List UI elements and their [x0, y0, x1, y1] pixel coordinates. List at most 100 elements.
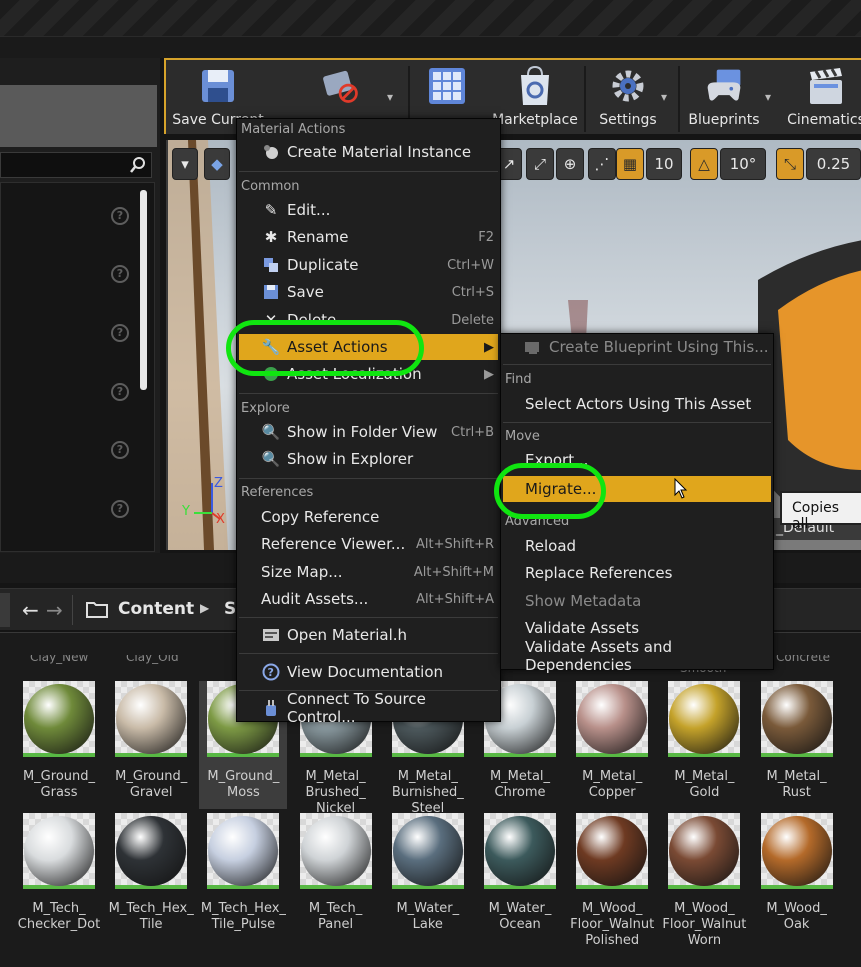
- submenu-item-replace-references[interactable]: Replace References: [503, 560, 771, 586]
- asset-tile[interactable]: M_Ground_ Grass: [15, 681, 103, 801]
- asset-tile[interactable]: M_Tech_Hex_ Tile_Pulse: [199, 813, 287, 933]
- menu-item-reference-viewer[interactable]: Reference Viewer... Alt+Shift+R: [239, 531, 498, 557]
- tab-strip: [0, 36, 861, 58]
- menu-item-duplicate[interactable]: Duplicate Ctrl+W: [239, 252, 498, 278]
- help-icon[interactable]: ?: [111, 265, 129, 283]
- menu-label: Rename: [287, 228, 349, 246]
- edit-icon: ✎: [264, 201, 278, 219]
- asset-tile[interactable]: M_Water_ Ocean: [476, 813, 564, 933]
- material-sphere-icon: [24, 684, 94, 754]
- asset-thumbnail: [576, 681, 649, 757]
- left-panel-scrollbar[interactable]: [140, 190, 147, 390]
- asset-thumbnail: [115, 813, 188, 889]
- left-panel-header: [0, 85, 157, 147]
- blueprints-button[interactable]: Blueprints: [682, 64, 766, 134]
- menu-label: Copy Reference: [261, 508, 380, 526]
- menu-item-connect-source-control[interactable]: Connect To Source Control...: [239, 690, 498, 726]
- asset-label: M_Metal_ Brushed_ Nickel: [305, 769, 366, 816]
- grid-snap-value[interactable]: 10: [646, 148, 682, 180]
- left-panel-search-input[interactable]: [0, 152, 152, 178]
- marketplace-button[interactable]: Marketplace: [490, 64, 580, 134]
- path-chevron-icon[interactable]: ▶: [200, 601, 209, 615]
- content-grid-icon: [427, 66, 467, 106]
- world-icon[interactable]: ⊕: [556, 148, 584, 180]
- axis-gizmo: Z X Y: [176, 475, 236, 535]
- asset-tile[interactable]: M_Metal_ Gold: [660, 681, 748, 801]
- folder-icon: [86, 600, 108, 622]
- forward-arrow-icon[interactable]: →: [46, 598, 63, 622]
- asset-tile[interactable]: M_Metal_ Rust: [753, 681, 841, 801]
- submenu-item-show-metadata[interactable]: Show Metadata: [503, 588, 771, 614]
- menu-item-edit[interactable]: ✎ Edit...: [239, 197, 498, 223]
- menu-item-show-in-explorer[interactable]: 🔍 Show in Explorer: [239, 446, 498, 472]
- asset-tile[interactable]: M_Wood_ Oak: [753, 813, 841, 933]
- menu-separator: [239, 478, 498, 479]
- rotation-snap-toggle[interactable]: △: [690, 148, 718, 180]
- asset-label: M_Water_ Lake: [396, 901, 460, 932]
- asset-label: M_Metal_ Rust: [766, 769, 827, 800]
- menu-item-create-material-instance[interactable]: Create Material Instance: [239, 139, 498, 165]
- cinematics-label: Cinematics: [787, 112, 861, 128]
- menu-separator: [503, 422, 771, 423]
- help-icon[interactable]: ?: [111, 324, 129, 342]
- help-icon[interactable]: ?: [111, 383, 129, 401]
- help-icon[interactable]: ?: [111, 207, 129, 225]
- scale-snap-value[interactable]: 0.25: [806, 148, 861, 180]
- search-icon[interactable]: [129, 156, 147, 174]
- submenu-item-create-blueprint[interactable]: Create Blueprint Using This...: [503, 334, 771, 360]
- menu-item-copy-reference[interactable]: Copy Reference: [239, 504, 498, 530]
- path-next[interactable]: S: [224, 599, 236, 619]
- submenu-item-validate-assets-deps[interactable]: Validate Assets and Dependencies: [503, 638, 771, 674]
- duplicate-icon: [261, 255, 281, 275]
- menu-item-save[interactable]: Save Ctrl+S: [239, 279, 498, 305]
- menu-label: Create Blueprint Using This...: [549, 338, 769, 356]
- grid-snap-toggle[interactable]: ▦: [616, 148, 644, 180]
- back-arrow-icon[interactable]: ←: [22, 598, 39, 622]
- help-icon[interactable]: ?: [111, 500, 129, 518]
- menu-label: Show in Explorer: [287, 450, 414, 468]
- menu-item-rename[interactable]: ✱ Rename F2: [239, 224, 498, 250]
- viewport-options-dropdown[interactable]: ▾: [172, 148, 198, 180]
- asset-tile[interactable]: M_Tech_ Panel: [292, 813, 380, 933]
- menu-item-view-documentation[interactable]: ? View Documentation: [239, 659, 498, 685]
- asset-label: M_Metal_ Copper: [582, 769, 643, 800]
- asset-tile[interactable]: M_Wood_ Floor_Walnut Polished: [568, 813, 656, 949]
- path-content[interactable]: Content: [118, 599, 194, 619]
- perspective-button[interactable]: ◆: [204, 148, 230, 180]
- menu-separator: [239, 653, 498, 654]
- asset-tile[interactable]: M_Tech_Hex_ Tile: [107, 813, 195, 933]
- menu-label: View Documentation: [287, 663, 443, 681]
- asset-tile[interactable]: M_Metal_ Copper: [568, 681, 656, 801]
- material-sphere-icon: [669, 816, 740, 886]
- section-find: Find: [505, 372, 532, 387]
- help-icon[interactable]: ?: [111, 441, 129, 459]
- asset-tile[interactable]: M_Wood_ Floor_Walnut Worn: [660, 813, 748, 949]
- mouse-cursor-icon: [674, 477, 688, 504]
- asset-label-partial: Clay_New: [30, 655, 89, 664]
- menu-label: Size Map...: [261, 563, 343, 581]
- menu-item-audit-assets[interactable]: Audit Assets... Alt+Shift+A: [239, 586, 498, 612]
- surface-snap-icon[interactable]: ⋰: [588, 148, 616, 180]
- material-sphere-icon: [392, 816, 463, 886]
- blueprint-icon: [523, 337, 543, 357]
- material-sphere-icon: [116, 684, 187, 754]
- rotation-snap-value[interactable]: 10°: [720, 148, 766, 180]
- asset-label-partial: Concrete: [776, 655, 831, 664]
- asset-tile[interactable]: M_Ground_ Gravel: [107, 681, 195, 801]
- menu-label: Edit...: [287, 201, 331, 219]
- submenu-item-reload[interactable]: Reload: [503, 533, 771, 559]
- cinematics-button[interactable]: Cinematics: [786, 64, 861, 134]
- asset-thumbnail: [668, 681, 741, 757]
- asset-tile[interactable]: M_Water_ Lake: [384, 813, 472, 933]
- menu-item-show-in-folder[interactable]: 🔍 Show in Folder View Ctrl+B: [239, 419, 498, 445]
- menu-item-open-material-h[interactable]: Open Material.h: [239, 622, 498, 648]
- asset-tile[interactable]: M_Tech_ Checker_Dot: [15, 813, 103, 933]
- magnifier-icon: 🔍: [261, 450, 281, 468]
- menu-item-size-map[interactable]: Size Map... Alt+Shift+M: [239, 559, 498, 585]
- help-icon: ?: [261, 662, 281, 682]
- shortcut: Delete: [451, 312, 494, 328]
- submenu-item-select-actors[interactable]: Select Actors Using This Asset: [503, 391, 771, 417]
- maximize-icon[interactable]: ⤢: [526, 148, 554, 180]
- scale-snap-toggle[interactable]: ⤡: [776, 148, 804, 180]
- asset-thumbnail: [760, 813, 833, 889]
